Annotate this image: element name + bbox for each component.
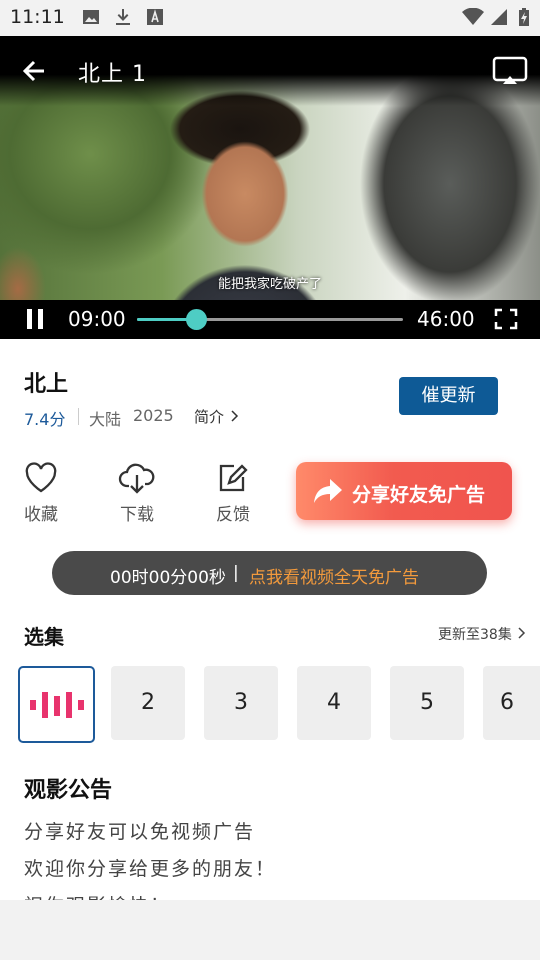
- playing-equalizer-icon: [30, 692, 84, 718]
- heart-icon: [25, 462, 57, 493]
- cast-icon[interactable]: [492, 56, 528, 86]
- cloud-download-icon: [118, 463, 155, 494]
- signal-icon: [491, 9, 507, 25]
- battery-icon: [519, 8, 529, 26]
- font-icon: [147, 9, 163, 25]
- watch-video-ad-free-link[interactable]: 点我看视频全天免广告: [249, 563, 419, 588]
- download-status-icon: [116, 9, 130, 25]
- fullscreen-icon[interactable]: [494, 308, 518, 330]
- favorite-button[interactable]: 收藏: [11, 462, 71, 525]
- video-frame[interactable]: [0, 74, 540, 336]
- share-banner-text: 分享好友免广告: [352, 484, 486, 506]
- intro-link[interactable]: 简介: [194, 406, 239, 427]
- show-title: 北上: [24, 372, 69, 397]
- chevron-right-icon: [231, 410, 238, 422]
- notice-line: 欢迎你分享给更多的朋友！: [24, 858, 277, 880]
- ad-bar-separator: |: [233, 563, 239, 583]
- region: 大陆: [89, 410, 122, 429]
- total-time: 46:00: [417, 307, 475, 331]
- feedback-button[interactable]: 反馈: [203, 462, 263, 525]
- episode-3-button[interactable]: 3: [204, 666, 278, 740]
- episodes-heading: 选集: [24, 625, 64, 649]
- episode-4-button[interactable]: 4: [297, 666, 371, 740]
- episodes-more-link[interactable]: 更新至38集: [438, 624, 526, 644]
- pause-icon[interactable]: [24, 308, 46, 330]
- chevron-right-icon: [518, 627, 526, 639]
- video-title: 北上 1: [78, 62, 147, 87]
- share-arrow-icon: [314, 479, 342, 503]
- wifi-icon: [462, 8, 484, 25]
- notice-heading: 观影公告: [24, 778, 113, 803]
- status-time: 11:11: [10, 6, 65, 28]
- video-player[interactable]: 北上 1 能把我家吃破产了 09:00 46:00: [0, 36, 540, 339]
- notice-line: 分享好友可以免视频广告: [24, 821, 256, 843]
- download-label: 下载: [120, 505, 154, 525]
- image-icon: [83, 10, 99, 24]
- back-arrow-icon[interactable]: [18, 56, 52, 86]
- episode-5-button[interactable]: 5: [390, 666, 464, 740]
- rating: 7.4分: [24, 410, 66, 429]
- meta-divider: [78, 408, 79, 425]
- episode-2-button[interactable]: 2: [111, 666, 185, 740]
- episode-1-current[interactable]: [18, 666, 95, 743]
- download-button[interactable]: 下载: [107, 462, 167, 525]
- ad-free-timer: 00时00分00秒: [110, 568, 226, 588]
- episode-6-button[interactable]: 6: [483, 666, 540, 740]
- episodes-update-text: 更新至38集: [438, 627, 512, 643]
- video-controls: 09:00 46:00: [0, 300, 540, 339]
- current-time: 09:00: [68, 307, 126, 331]
- progress-knob[interactable]: [185, 309, 207, 330]
- favorite-label: 收藏: [24, 505, 58, 525]
- intro-label: 简介: [194, 408, 225, 426]
- status-bar: 11:11: [0, 0, 540, 36]
- year: 2025: [133, 406, 174, 425]
- progress-bar[interactable]: [137, 309, 403, 330]
- edit-icon: [219, 464, 248, 492]
- bottom-bar: [0, 900, 540, 960]
- video-subtitle: 能把我家吃破产了: [217, 277, 322, 292]
- feedback-label: 反馈: [216, 505, 250, 525]
- request-update-button[interactable]: 催更新: [399, 377, 498, 415]
